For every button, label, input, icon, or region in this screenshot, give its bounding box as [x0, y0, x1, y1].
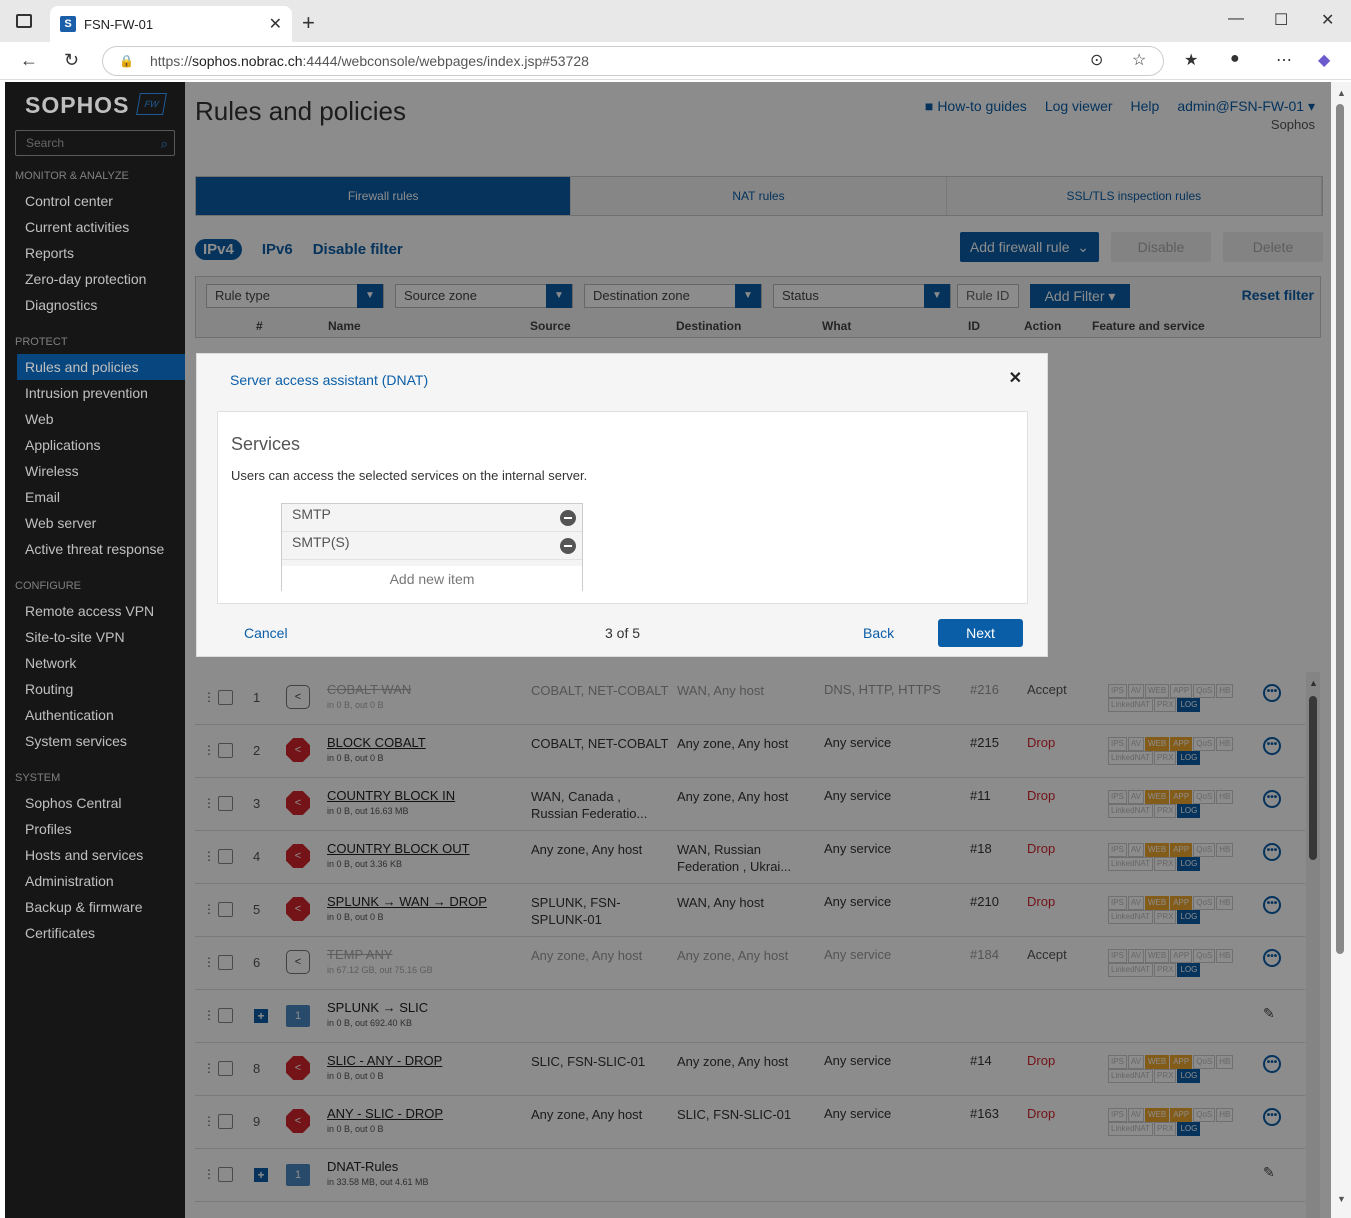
browser-tab-bar: S FSN-FW-01 ✕ + — ☐ ✕	[0, 0, 1351, 42]
services-list: SMTP SMTP(S) Add new item	[281, 503, 583, 592]
service-item: SMTP(S)	[282, 532, 582, 560]
tab-title: FSN-FW-01	[84, 16, 154, 32]
back-arrow-icon[interactable]: ←	[20, 50, 38, 71]
favorite-star-icon[interactable]: ☆	[1132, 50, 1146, 70]
remove-item-icon[interactable]	[560, 538, 576, 554]
modal-title: Server access assistant (DNAT)	[230, 372, 429, 388]
url-field[interactable]: 🔒 https://sophos.nobrac.ch:4444/webconso…	[102, 46, 1164, 76]
maximize-icon[interactable]: ☐	[1274, 10, 1288, 30]
browser-tab[interactable]: S FSN-FW-01 ✕	[50, 6, 292, 42]
sidebar-dim-overlay	[5, 82, 185, 1218]
services-heading: Services	[231, 434, 301, 454]
cancel-button[interactable]: Cancel	[244, 625, 288, 641]
minimize-icon[interactable]: —	[1228, 10, 1244, 28]
reload-icon[interactable]: ↻	[64, 50, 79, 71]
close-window-icon[interactable]: ✕	[1321, 10, 1334, 30]
sophos-favicon-icon: S	[60, 16, 76, 32]
more-options-icon[interactable]: ⋯	[1276, 50, 1292, 70]
url-text: https://sophos.nobrac.ch:4444/webconsole…	[149, 53, 589, 69]
page-scrollbar[interactable]: ▲ ▼	[1331, 82, 1351, 1218]
service-item: SMTP	[282, 504, 582, 532]
new-tab-icon[interactable]: +	[302, 10, 315, 36]
services-description: Users can access the selected services o…	[231, 468, 588, 483]
back-button[interactable]: Back	[863, 625, 894, 641]
step-indicator: 3 of 5	[605, 625, 641, 641]
reader-icon[interactable]: ⊙	[1090, 50, 1103, 70]
next-button[interactable]: Next	[938, 619, 1023, 647]
page-scroll-thumb[interactable]	[1336, 104, 1344, 954]
close-tab-icon[interactable]: ✕	[269, 14, 282, 34]
remove-item-icon[interactable]	[560, 510, 576, 526]
copilot-icon[interactable]: ◆	[1318, 50, 1330, 70]
lock-icon: 🔒	[119, 54, 134, 68]
add-new-item-button[interactable]: Add new item	[282, 566, 582, 592]
address-bar: ← ↻ 🔒 https://sophos.nobrac.ch:4444/webc…	[0, 42, 1351, 80]
favorites-icon[interactable]: ★	[1184, 50, 1198, 70]
page-scroll-up-icon[interactable]: ▲	[1337, 88, 1346, 98]
close-icon[interactable]: ✕	[1009, 368, 1022, 388]
dnat-assistant-modal: Server access assistant (DNAT) ✕ Service…	[196, 353, 1048, 657]
page-scroll-down-icon[interactable]: ▼	[1337, 1194, 1346, 1204]
profile-avatar-icon[interactable]: ●	[1230, 50, 1240, 68]
services-panel: Services Users can access the selected s…	[217, 411, 1028, 604]
tab-actions-icon[interactable]	[16, 14, 32, 28]
